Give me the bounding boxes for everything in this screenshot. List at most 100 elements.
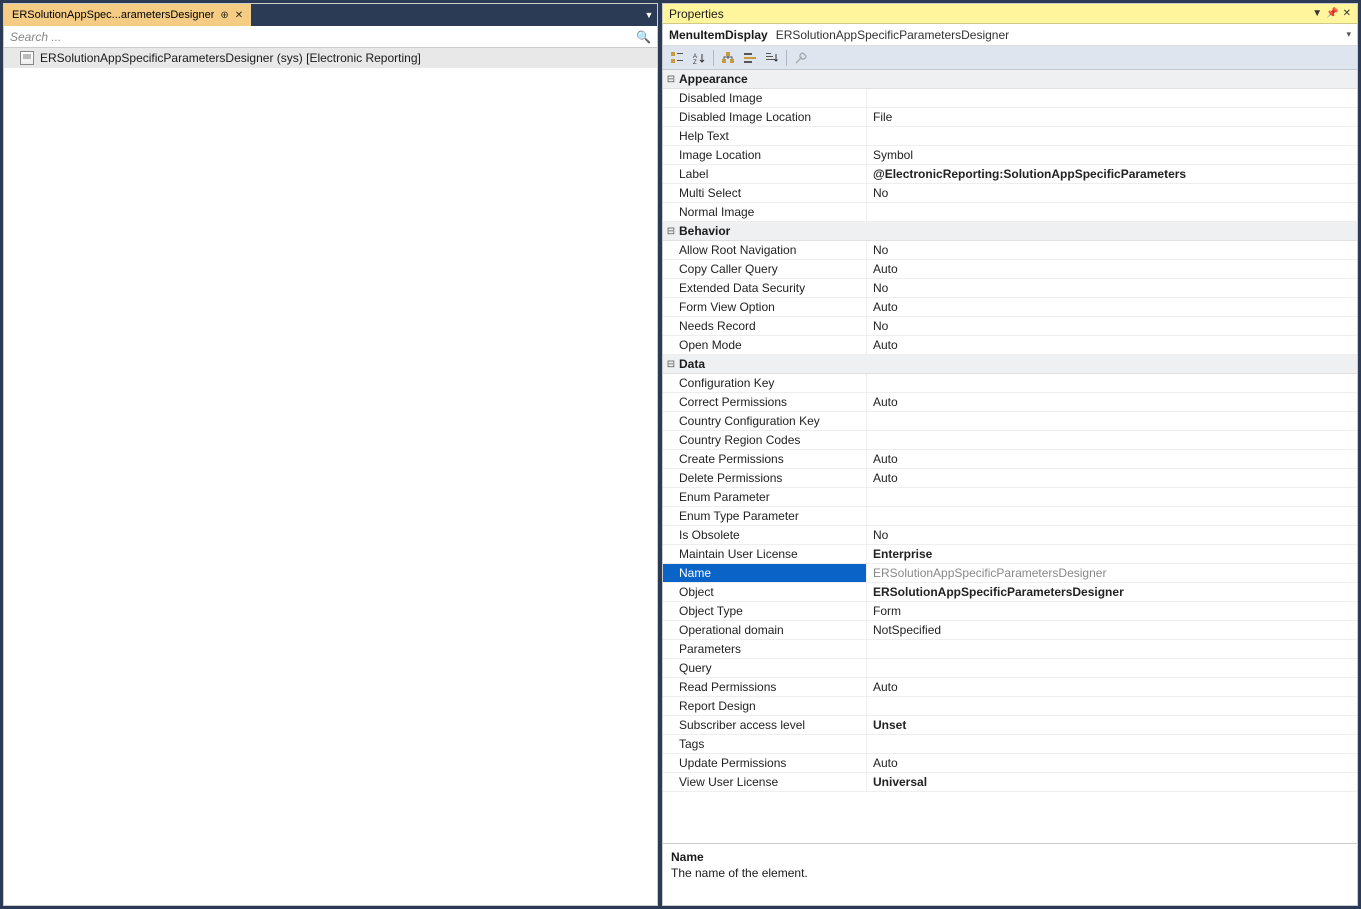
search-icon[interactable]: 🔍 (636, 30, 651, 44)
category-name: Data (679, 357, 705, 371)
property-value[interactable] (867, 488, 1357, 506)
property-value[interactable] (867, 412, 1357, 430)
property-row[interactable]: Extended Data SecurityNo (663, 279, 1357, 298)
property-name: Subscriber access level (663, 716, 867, 734)
property-value[interactable]: ERSolutionAppSpecificParametersDesigner (867, 583, 1357, 601)
document-tab[interactable]: ERSolutionAppSpec...arametersDesigner ⊕ … (4, 4, 251, 26)
property-value[interactable] (867, 203, 1357, 221)
property-value[interactable] (867, 640, 1357, 658)
property-value[interactable]: Auto (867, 393, 1357, 411)
property-value[interactable] (867, 89, 1357, 107)
property-value[interactable]: No (867, 279, 1357, 297)
collapse-icon[interactable]: ⊟ (663, 74, 679, 85)
collapse-icon[interactable]: ⊟ (663, 359, 679, 370)
property-row[interactable]: Correct PermissionsAuto (663, 393, 1357, 412)
property-row[interactable]: Needs RecordNo (663, 317, 1357, 336)
property-row[interactable]: Disabled Image LocationFile (663, 108, 1357, 127)
property-value[interactable]: ERSolutionAppSpecificParametersDesigner (867, 564, 1357, 582)
property-value[interactable]: Symbol (867, 146, 1357, 164)
property-value[interactable]: Auto (867, 298, 1357, 316)
property-name: Delete Permissions (663, 469, 867, 487)
property-value[interactable] (867, 697, 1357, 715)
property-value[interactable]: Unset (867, 716, 1357, 734)
property-value[interactable] (867, 507, 1357, 525)
property-value[interactable]: Enterprise (867, 545, 1357, 563)
property-value[interactable]: Auto (867, 450, 1357, 468)
property-row[interactable]: Report Design (663, 697, 1357, 716)
property-value[interactable]: NotSpecified (867, 621, 1357, 639)
property-value[interactable]: No (867, 526, 1357, 544)
property-row[interactable]: Image LocationSymbol (663, 146, 1357, 165)
property-row[interactable]: Help Text (663, 127, 1357, 146)
property-value[interactable]: Auto (867, 336, 1357, 354)
group-toggle-button[interactable] (740, 48, 760, 68)
pin-icon[interactable]: ⊕ (220, 10, 228, 21)
property-row[interactable]: Delete PermissionsAuto (663, 469, 1357, 488)
property-row[interactable]: Operational domainNotSpecified (663, 621, 1357, 640)
object-name-label: ERSolutionAppSpecificParametersDesigner (776, 28, 1009, 42)
property-value[interactable]: File (867, 108, 1357, 126)
property-row[interactable]: Copy Caller QueryAuto (663, 260, 1357, 279)
close-icon[interactable]: ✕ (1343, 8, 1351, 19)
tab-overflow-icon[interactable]: ▼ (641, 4, 657, 26)
description-title: Name (671, 850, 1349, 864)
close-icon[interactable]: ✕ (235, 10, 243, 21)
property-row[interactable]: Enum Parameter (663, 488, 1357, 507)
property-value[interactable] (867, 431, 1357, 449)
property-row[interactable]: Country Configuration Key (663, 412, 1357, 431)
alphabetical-button[interactable]: AZ (689, 48, 709, 68)
property-value[interactable] (867, 735, 1357, 753)
chevron-down-icon[interactable]: ▾ (1346, 29, 1351, 40)
property-value[interactable] (867, 659, 1357, 677)
property-value[interactable]: Auto (867, 469, 1357, 487)
property-row[interactable]: NameERSolutionAppSpecificParametersDesig… (663, 564, 1357, 583)
property-value[interactable]: @ElectronicReporting:SolutionAppSpecific… (867, 165, 1357, 183)
property-value[interactable]: Auto (867, 754, 1357, 772)
collapse-icon[interactable]: ⊟ (663, 226, 679, 237)
object-selector-row[interactable]: MenuItemDisplay ERSolutionAppSpecificPar… (663, 24, 1357, 46)
wrench-button[interactable] (791, 48, 811, 68)
property-row[interactable]: Is ObsoleteNo (663, 526, 1357, 545)
property-row[interactable]: Create PermissionsAuto (663, 450, 1357, 469)
property-row[interactable]: Label@ElectronicReporting:SolutionAppSpe… (663, 165, 1357, 184)
property-row[interactable]: Allow Root NavigationNo (663, 241, 1357, 260)
property-row[interactable]: Subscriber access levelUnset (663, 716, 1357, 735)
property-row[interactable]: Form View OptionAuto (663, 298, 1357, 317)
property-row[interactable]: Maintain User LicenseEnterprise (663, 545, 1357, 564)
property-value[interactable]: Universal (867, 773, 1357, 791)
property-value[interactable]: Auto (867, 260, 1357, 278)
property-row[interactable]: Country Region Codes (663, 431, 1357, 450)
tree-root-item[interactable]: ERSolutionAppSpecificParametersDesigner … (4, 48, 657, 68)
property-row[interactable]: Parameters (663, 640, 1357, 659)
property-row[interactable]: Normal Image (663, 203, 1357, 222)
property-value[interactable] (867, 127, 1357, 145)
property-row[interactable]: Configuration Key (663, 374, 1357, 393)
categorized-button[interactable] (667, 48, 687, 68)
property-row[interactable]: View User LicenseUniversal (663, 773, 1357, 792)
category-row[interactable]: ⊟Behavior (663, 222, 1357, 241)
property-value[interactable]: Form (867, 602, 1357, 620)
property-row[interactable]: ObjectERSolutionAppSpecificParametersDes… (663, 583, 1357, 602)
category-row[interactable]: ⊟Data (663, 355, 1357, 374)
property-value[interactable]: No (867, 184, 1357, 202)
pin-icon[interactable]: 📌 (1326, 8, 1338, 19)
property-row[interactable]: Multi SelectNo (663, 184, 1357, 203)
property-row[interactable]: Read PermissionsAuto (663, 678, 1357, 697)
property-row[interactable]: Update PermissionsAuto (663, 754, 1357, 773)
sort-button[interactable] (762, 48, 782, 68)
property-value[interactable]: No (867, 317, 1357, 335)
property-value[interactable] (867, 374, 1357, 392)
extensions-button[interactable] (718, 48, 738, 68)
property-value[interactable]: No (867, 241, 1357, 259)
property-row[interactable]: Query (663, 659, 1357, 678)
property-row[interactable]: Object TypeForm (663, 602, 1357, 621)
property-row[interactable]: Open ModeAuto (663, 336, 1357, 355)
property-row[interactable]: Disabled Image (663, 89, 1357, 108)
search-input[interactable] (10, 30, 632, 44)
property-row[interactable]: Enum Type Parameter (663, 507, 1357, 526)
category-row[interactable]: ⊟Appearance (663, 70, 1357, 89)
property-value[interactable]: Auto (867, 678, 1357, 696)
category-name: Behavior (679, 224, 730, 238)
property-row[interactable]: Tags (663, 735, 1357, 754)
window-menu-icon[interactable]: ▼ (1312, 8, 1322, 19)
